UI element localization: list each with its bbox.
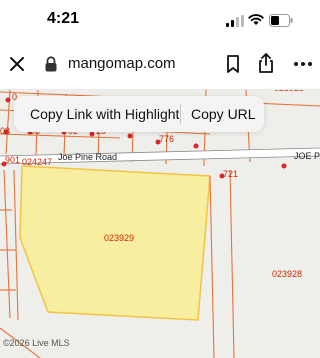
wifi-icon bbox=[248, 14, 264, 25]
url-field[interactable]: mangomap.com bbox=[68, 55, 176, 72]
map-attribution: ©2026 Live MLS bbox=[3, 338, 70, 348]
parcel-label: 024247 bbox=[22, 157, 53, 167]
browser-toolbar: mangomap.com bbox=[0, 40, 320, 90]
battery-icon bbox=[269, 14, 293, 27]
more-icon[interactable] bbox=[292, 54, 314, 74]
parcel-label: 08 bbox=[0, 126, 11, 136]
road-label: Joe Pine Road bbox=[58, 152, 118, 162]
parcel-label: 023929 bbox=[104, 233, 135, 243]
text-selection-menu: Copy Link with Highlight Copy URL bbox=[14, 96, 264, 132]
status-bar: 4:21 bbox=[0, 0, 320, 40]
share-icon[interactable] bbox=[256, 52, 276, 74]
parcel-label: 901 bbox=[5, 155, 21, 165]
parcel-label: 721 bbox=[223, 169, 239, 179]
road-label: JOE P bbox=[294, 151, 320, 161]
parcel-label: 023928 bbox=[272, 269, 303, 279]
highlighted-parcel[interactable] bbox=[19, 165, 211, 321]
parcel-label: 776 bbox=[159, 134, 175, 144]
status-time: 4:21 bbox=[47, 10, 80, 27]
copy-link-with-highlight-button[interactable]: Copy Link with Highlight bbox=[30, 106, 179, 122]
close-icon[interactable] bbox=[6, 53, 28, 75]
lock-icon bbox=[45, 56, 57, 72]
signal-icon bbox=[226, 15, 244, 27]
menu-divider bbox=[180, 104, 181, 124]
parcel-label: 023928 bbox=[274, 90, 304, 93]
copy-url-button[interactable]: Copy URL bbox=[191, 106, 256, 122]
bookmark-icon[interactable] bbox=[224, 54, 242, 74]
